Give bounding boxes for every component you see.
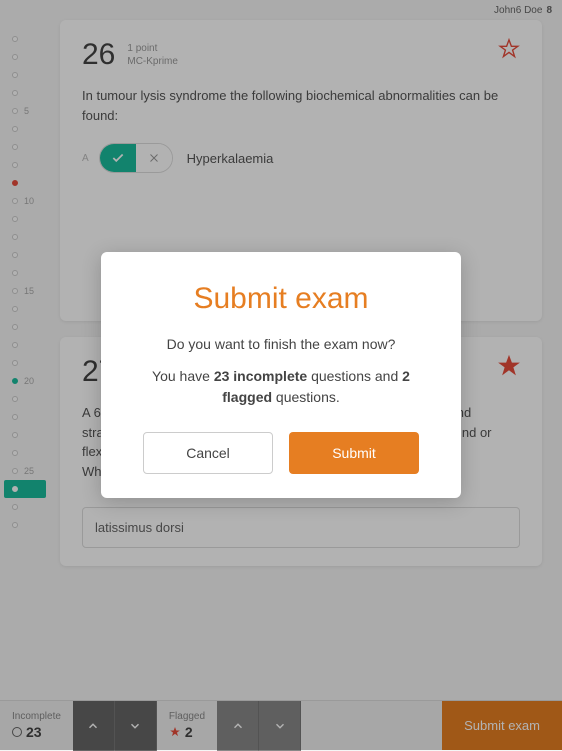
modal-title: Submit exam [129,282,433,316]
modal-actions: Cancel Submit [129,432,433,474]
modal-summary: You have 23 incomplete questions and 2 f… [129,366,433,408]
submit-button[interactable]: Submit [289,432,419,474]
modal-prompt: Do you want to finish the exam now? [129,336,433,352]
modal-overlay: Submit exam Do you want to finish the ex… [0,0,562,750]
submit-modal: Submit exam Do you want to finish the ex… [101,252,461,498]
cancel-button[interactable]: Cancel [143,432,273,474]
